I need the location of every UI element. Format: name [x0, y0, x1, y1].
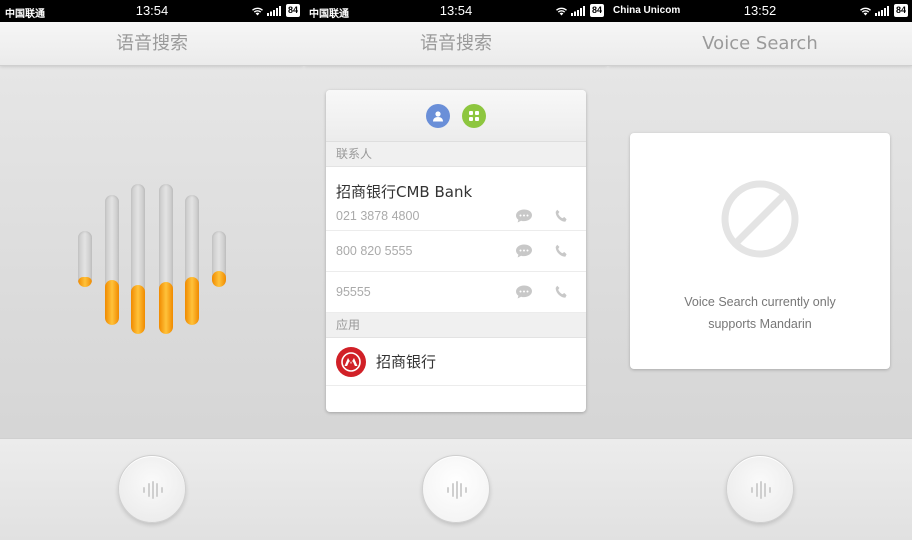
level-bar — [212, 231, 226, 287]
level-bar — [159, 184, 173, 334]
level-bar — [185, 195, 199, 325]
level-fill — [131, 284, 145, 334]
level-fill — [185, 276, 199, 325]
waveform-icon — [447, 481, 467, 499]
phone-number: 800 820 5555 — [336, 244, 413, 258]
contacts-section-header: 联系人 — [326, 142, 586, 167]
wifi-icon — [859, 7, 871, 15]
phone-call-icon[interactable] — [554, 244, 569, 259]
bottom-bar — [608, 438, 912, 540]
message-icon[interactable] — [515, 208, 533, 223]
phone-call-icon[interactable] — [554, 208, 569, 223]
contact-name[interactable]: 招商银行CMB Bank — [326, 167, 586, 201]
phone-call-icon[interactable] — [554, 285, 569, 300]
page-title: Voice Search — [702, 33, 818, 54]
contacts-filter-button[interactable] — [426, 103, 450, 128]
message-icon[interactable] — [515, 244, 533, 259]
voice-input-button[interactable] — [118, 455, 186, 523]
message-icon[interactable] — [515, 285, 533, 300]
level-fill — [159, 281, 173, 334]
phone-number: 95555 — [336, 285, 371, 299]
status-bar: 中国联通 13:54 84 — [304, 0, 608, 22]
screen-unsupported: China Unicom 13:52 84 Voice Search Voice… — [608, 0, 912, 540]
phone-number: 021 3878 4800 — [336, 208, 420, 223]
screen-listening: 中国联通 13:54 84 语音搜索 — [0, 0, 304, 540]
screen-results: 中国联通 13:54 84 语音搜索 联系人 招商银行CMB Bank 021 … — [304, 0, 608, 540]
signal-icon — [874, 5, 889, 16]
apps-filter-button[interactable] — [462, 103, 486, 128]
prohibited-icon — [721, 180, 799, 258]
apps-section-header: 应用 — [326, 313, 586, 338]
battery-level: 84 — [893, 4, 908, 17]
level-fill — [105, 279, 119, 325]
waveform-icon — [143, 481, 163, 499]
level-fill — [78, 276, 92, 287]
unsupported-language-card: Voice Search currently only supports Man… — [630, 133, 890, 369]
unsupported-message-line: supports Mandarin — [708, 317, 812, 331]
voice-input-button[interactable] — [422, 455, 490, 523]
title-bar: Voice Search — [608, 22, 912, 66]
bottom-bar — [304, 438, 608, 540]
battery-level: 84 — [589, 4, 604, 17]
phone-number-row[interactable]: 021 3878 4800 — [326, 201, 586, 231]
level-bar — [131, 184, 145, 334]
level-fill — [212, 271, 226, 287]
voice-input-button[interactable] — [726, 455, 794, 523]
status-bar: China Unicom 13:52 84 — [608, 0, 912, 22]
voice-level-meter — [0, 0, 304, 440]
category-filter-bar — [326, 90, 586, 142]
wifi-icon — [555, 7, 567, 15]
phone-number-row[interactable]: 800 820 5555 — [326, 231, 586, 272]
cmb-bank-logo-icon — [336, 346, 366, 377]
app-name: 招商银行 — [376, 353, 437, 371]
results-card: 联系人 招商银行CMB Bank 021 3878 4800 800 820 5… — [326, 90, 586, 412]
signal-icon — [570, 5, 585, 16]
waveform-icon — [751, 481, 771, 499]
contacts-icon — [433, 110, 443, 121]
unsupported-message: Voice Search currently only supports Man… — [630, 291, 890, 335]
level-bar — [105, 195, 119, 325]
apps-icon — [469, 110, 479, 121]
page-title: 语音搜索 — [420, 33, 492, 54]
app-result-item[interactable]: 招商银行 — [326, 338, 586, 386]
phone-number-row[interactable]: 95555 — [326, 272, 586, 313]
unsupported-message-line: Voice Search currently only — [684, 295, 836, 309]
level-bar — [78, 231, 92, 287]
title-bar: 语音搜索 — [304, 22, 608, 66]
bottom-bar — [0, 438, 304, 540]
